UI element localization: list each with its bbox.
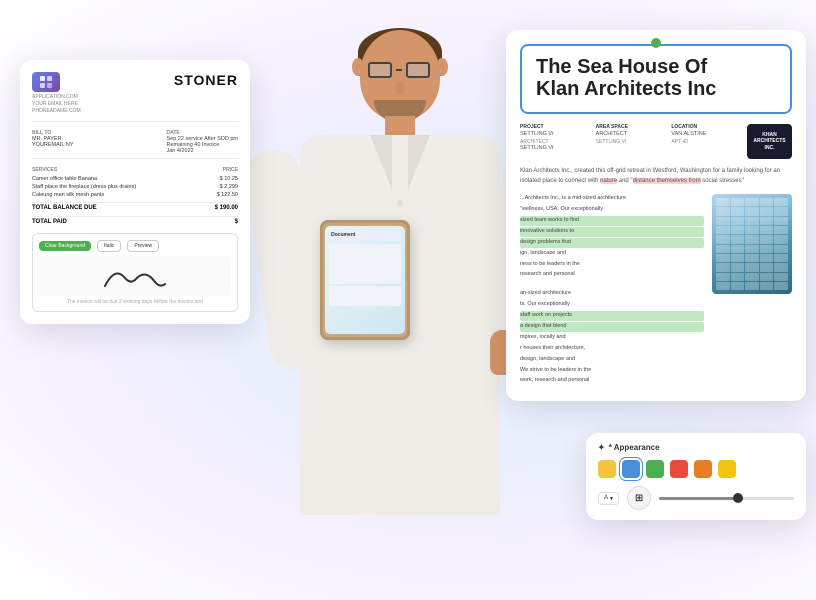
doc-meta-row: Project SETTLING Vr ARCHITECT SETTLING V…	[520, 124, 792, 159]
signature-footer: The invoice will be due 2 working days b…	[39, 299, 231, 305]
font-dropdown[interactable]: A ▾	[598, 492, 619, 505]
glasses	[368, 62, 430, 78]
services-label: SERVICES	[32, 167, 57, 173]
glass-left	[368, 62, 392, 78]
glass-right	[406, 62, 430, 78]
invoice-total: TOTAL BALANCE DUE $ 190.00	[32, 202, 238, 213]
clear-background-button[interactable]: Clear Background	[39, 241, 91, 251]
button1	[397, 200, 403, 206]
font-label: A	[604, 495, 608, 501]
signature-canvas[interactable]	[39, 256, 231, 296]
star-icon: ✦	[598, 443, 605, 452]
color-red[interactable]	[670, 460, 688, 478]
doc-body-text7: ts. Our exceptionally	[520, 300, 704, 310]
signature-toolbar: Clear Background Italic Preview	[39, 240, 231, 252]
doc-highlight-4: staff work on projects	[520, 311, 704, 321]
connector-dot	[651, 38, 661, 48]
khan-architects-logo: KHANARCHITECTSINC.	[747, 124, 792, 159]
appearance-title: ✦ * Appearance	[598, 443, 794, 452]
collar-right	[408, 135, 430, 190]
glass-bridge	[396, 69, 402, 71]
color-blue[interactable]	[622, 460, 640, 478]
doc-body-text9: r houses their architecture,	[520, 344, 704, 354]
collar-left	[370, 135, 392, 190]
chevron-down-icon: ▾	[610, 495, 613, 502]
preview-button[interactable]: Preview	[127, 240, 159, 252]
invoice-item-3: Caleung man silk mesh pants $ 122.50	[32, 191, 238, 199]
date-sub2: Jan 4/2022	[166, 148, 238, 154]
doc-body-text11: We strive to be leaders in the	[520, 366, 704, 376]
tablet: Document	[320, 220, 410, 340]
doc-text-col: ...Architects Inc., is a mid-sized archi…	[520, 194, 704, 387]
ear-right	[436, 58, 448, 76]
tablet-screen: Document	[325, 226, 405, 334]
doc-description: Klan Architects Inc., created this off-g…	[520, 167, 792, 186]
invoice-meta: APPLICATION.COM YOUR EMAIL HERE PHONEADA…	[32, 94, 81, 115]
doc-body-text4: ness to be leaders in the	[520, 260, 704, 270]
doc-body-text10: design, landscape and	[520, 355, 704, 365]
doc-meta-area: Area Space ARCHITECT SETTLING Vr	[596, 124, 664, 145]
appearance-card: ✦ * Appearance A ▾ ⊞	[586, 433, 806, 520]
doc-title-box: The Sea House Of Klan Architects Inc	[520, 44, 792, 114]
color-orange[interactable]	[694, 460, 712, 478]
invoice-total-paid: TOTAL PAID $	[32, 216, 238, 227]
size-slider[interactable]	[659, 497, 794, 500]
price-label: PRICE	[223, 167, 238, 173]
invoice-item-1: Camer office table Banana $ 10.25	[32, 175, 238, 183]
doc-body-text2: "wellness, USA. Our exceptionally	[520, 205, 704, 215]
doc-body-text8: mpires, locally and	[520, 333, 704, 343]
doc-meta-location: Location VAN ALSTINE APT 40	[671, 124, 739, 145]
bill-to-email: YOUREMAIL.NY	[32, 142, 74, 148]
doc-main-title: The Sea House Of Klan Architects Inc	[536, 56, 776, 100]
grid-icon[interactable]: ⊞	[627, 486, 651, 510]
nose	[395, 82, 405, 94]
invoice-card: APPLICATION.COM YOUR EMAIL HERE PHONEADA…	[20, 60, 250, 324]
document-card: The Sea House Of Klan Architects Inc Pro…	[506, 30, 806, 401]
doc-body-text12: work, research and personal	[520, 376, 704, 386]
color-green[interactable]	[646, 460, 664, 478]
doc-highlight-5: a design that blend	[520, 322, 704, 332]
doc-highlight-3: design problems that	[520, 238, 704, 248]
doc-meta-project: Project SETTLING Vr ARCHITECT SETTLING V…	[520, 124, 588, 151]
slider-thumb	[733, 493, 743, 503]
appearance-tools: A ▾ ⊞	[598, 486, 794, 510]
invoice-item-2: Staff place the fireplace (dress plus dr…	[32, 183, 238, 191]
ear-left	[352, 58, 364, 76]
invoice-title: STONER	[174, 72, 238, 88]
signature-area: Clear Background Italic Preview The invo…	[32, 233, 238, 312]
color-swatches	[598, 460, 794, 478]
italic-button[interactable]: Italic	[97, 240, 121, 252]
doc-highlight-1: sized team works to find	[520, 216, 704, 226]
doc-body-text6: an-sized architecture	[520, 289, 704, 299]
doc-body-text5: research and personal	[520, 270, 704, 280]
doc-content-area: ...Architects Inc., is a mid-sized archi…	[520, 194, 792, 387]
doc-highlight-2: innovative solutions to	[520, 227, 704, 237]
color-yellow-light[interactable]	[718, 460, 736, 478]
doc-image-col	[712, 194, 792, 387]
building-image	[712, 194, 792, 294]
doc-body-text3: ign, landscape and	[520, 249, 704, 259]
doc-body-text1: ...Architects Inc., is a mid-sized archi…	[520, 194, 704, 204]
color-yellow[interactable]	[598, 460, 616, 478]
person-head	[360, 30, 440, 120]
app-icon	[32, 72, 60, 92]
